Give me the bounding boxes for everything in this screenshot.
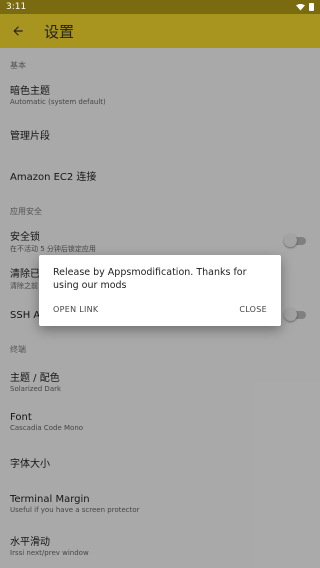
wifi-icon: [296, 3, 305, 11]
status-bar: 3:11: [0, 0, 320, 14]
open-link-button[interactable]: OPEN LINK: [53, 305, 98, 314]
status-icons: [296, 3, 314, 11]
battery-icon: [309, 3, 314, 11]
release-dialog: Release by Appsmodification. Thanks for …: [39, 255, 281, 326]
dialog-actions: OPEN LINK CLOSE: [39, 305, 281, 314]
dialog-message: Release by Appsmodification. Thanks for …: [53, 267, 247, 291]
clock: 3:11: [6, 2, 27, 12]
close-button[interactable]: CLOSE: [239, 305, 267, 314]
